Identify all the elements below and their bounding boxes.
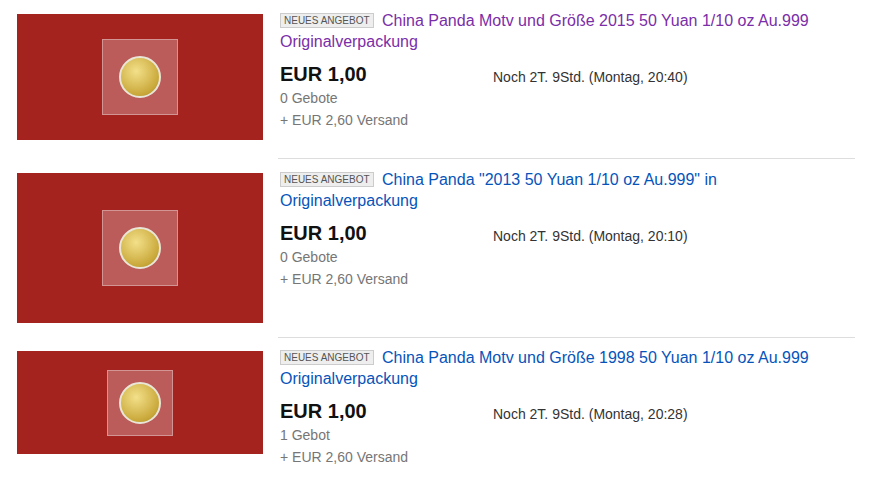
new-badge: NEUES ANGEBOT	[280, 13, 374, 28]
price: EUR 1,00	[280, 398, 493, 424]
listing-photo[interactable]	[17, 14, 263, 140]
price-line: EUR 1,00 Noch 2T. 9Std. (Montag, 20:40)	[280, 61, 858, 87]
title-line: NEUES ANGEBOT China Panda "2013 50 Yuan …	[280, 169, 858, 211]
listing-row: NEUES ANGEBOT China Panda Motv und Größe…	[0, 338, 878, 481]
shipping: + EUR 2,60 Versand	[280, 268, 858, 290]
listing-info: NEUES ANGEBOT China Panda Motv und Größe…	[280, 10, 878, 158]
time-left: Noch 2T. 9Std. (Montag, 20:10)	[493, 226, 688, 246]
coin-icon	[119, 227, 161, 269]
coin-icon	[119, 382, 161, 424]
separator	[278, 337, 855, 338]
title-line: NEUES ANGEBOT China Panda Motv und Größe…	[280, 10, 858, 52]
price: EUR 1,00	[280, 220, 493, 246]
coin-icon	[119, 56, 161, 98]
price-line: EUR 1,00 Noch 2T. 9Std. (Montag, 20:10)	[280, 220, 858, 246]
time-left: Noch 2T. 9Std. (Montag, 20:40)	[493, 67, 688, 87]
bids: 1 Gebot	[280, 424, 858, 446]
shipping: + EUR 2,60 Versand	[280, 446, 858, 468]
price: EUR 1,00	[280, 61, 493, 87]
listing-info: NEUES ANGEBOT China Panda "2013 50 Yuan …	[280, 169, 878, 337]
listing-photo[interactable]	[17, 173, 263, 323]
listing-list: NEUES ANGEBOT China Panda Motv und Größe…	[0, 0, 878, 481]
new-badge: NEUES ANGEBOT	[280, 172, 374, 187]
time-left: Noch 2T. 9Std. (Montag, 20:28)	[493, 404, 688, 424]
separator	[278, 158, 855, 159]
listing-row: NEUES ANGEBOT China Panda Motv und Größe…	[0, 0, 878, 158]
bids: 0 Gebote	[280, 87, 858, 109]
listing-info: NEUES ANGEBOT China Panda Motv und Größe…	[280, 347, 878, 481]
bag-icon	[102, 39, 178, 115]
new-badge: NEUES ANGEBOT	[280, 350, 374, 365]
shipping: + EUR 2,60 Versand	[280, 109, 858, 131]
bag-icon	[102, 210, 178, 286]
price-line: EUR 1,00 Noch 2T. 9Std. (Montag, 20:28)	[280, 398, 858, 424]
listing-row: NEUES ANGEBOT China Panda "2013 50 Yuan …	[0, 159, 878, 337]
bag-icon	[107, 370, 173, 436]
listing-photo[interactable]	[17, 351, 263, 454]
bids: 0 Gebote	[280, 246, 858, 268]
title-line: NEUES ANGEBOT China Panda Motv und Größe…	[280, 347, 858, 389]
